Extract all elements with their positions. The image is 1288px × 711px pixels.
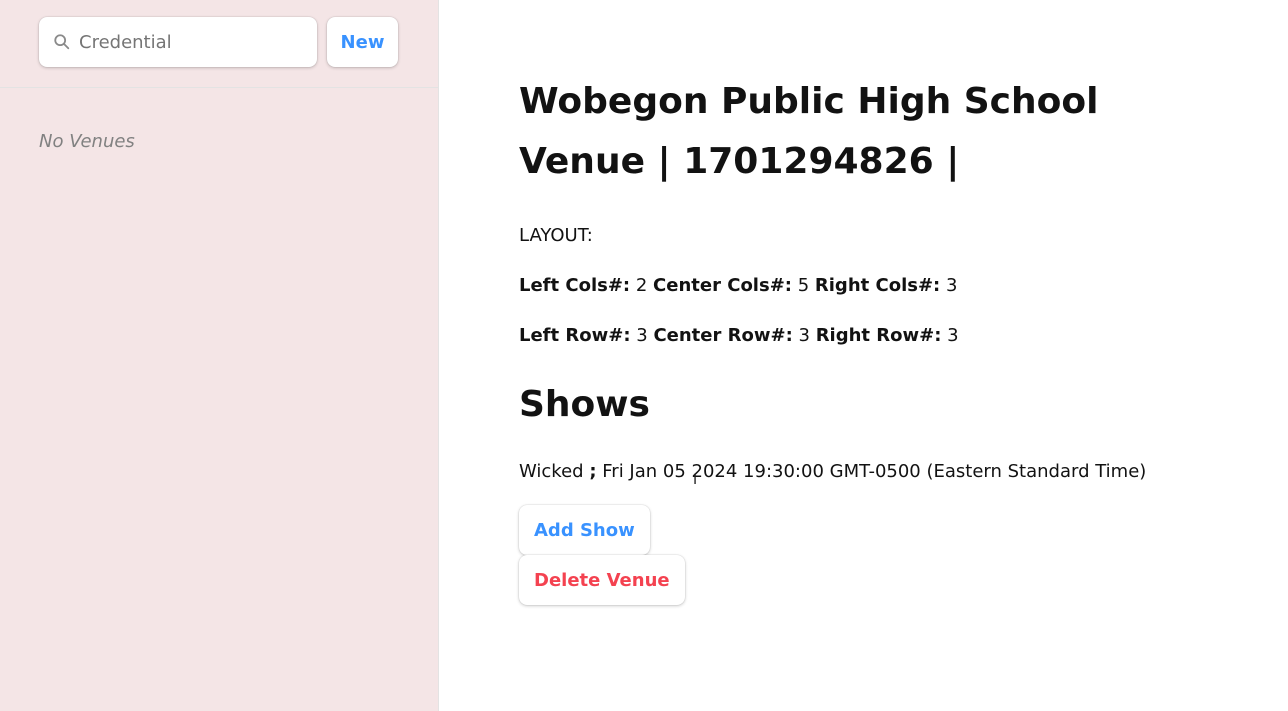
cols-line: Left Cols#: 2 Center Cols#: 5 Right Cols… xyxy=(519,274,1288,298)
venue-title: Wobegon Public High School Venue | 17012… xyxy=(519,81,1099,182)
show-name: Wicked xyxy=(519,461,584,482)
search-icon xyxy=(54,34,70,50)
text-cursor-icon: I xyxy=(693,472,698,488)
left-row-value: 3 xyxy=(636,325,648,346)
right-cols-label: Right Cols#: xyxy=(814,275,941,296)
show-separator: ; xyxy=(589,461,597,482)
show-item: Wicked ; Fri Jan 05 2024 19:30:00 GMT-05… xyxy=(519,460,1288,484)
shows-heading: Shows xyxy=(519,384,650,425)
center-cols-value: 5 xyxy=(797,275,810,296)
left-cols-label: Left Cols#: xyxy=(519,275,631,296)
search-input[interactable] xyxy=(79,31,299,53)
sidebar: New No Venues xyxy=(0,0,439,711)
delete-venue-button[interactable]: Delete Venue xyxy=(519,555,685,605)
center-row-label: Center Row#: xyxy=(653,325,793,346)
right-row-label: Right Row#: xyxy=(815,325,942,346)
center-cols-label: Center Cols#: xyxy=(653,275,792,296)
search-bar: New xyxy=(0,0,438,88)
show-datetime: Fri Jan 05 2024 19:30:00 GMT-0500 (Easte… xyxy=(602,461,1147,482)
rows-line: Left Row#: 3 Center Row#: 3 Right Row#: … xyxy=(519,324,1288,348)
new-venue-button[interactable]: New xyxy=(327,17,398,67)
center-row-value: 3 xyxy=(798,325,810,346)
venue-detail: Wobegon Public High School Venue | 17012… xyxy=(439,0,1288,711)
left-row-label: Left Row#: xyxy=(519,325,631,346)
left-cols-value: 2 xyxy=(635,275,648,296)
right-cols-value: 3 xyxy=(945,275,958,296)
no-venues-text: No Venues xyxy=(39,131,135,152)
add-show-button[interactable]: Add Show xyxy=(519,505,650,555)
right-row-value: 3 xyxy=(947,325,959,346)
search-box[interactable] xyxy=(39,17,317,67)
layout-label: LAYOUT: xyxy=(519,225,593,246)
